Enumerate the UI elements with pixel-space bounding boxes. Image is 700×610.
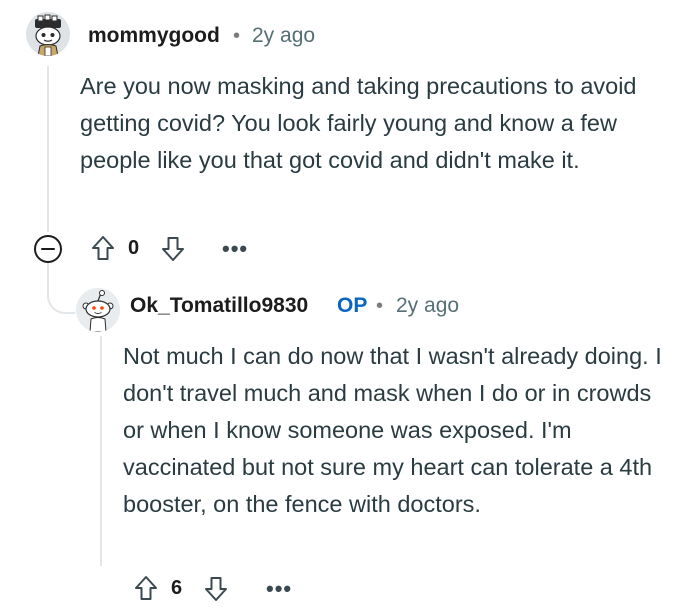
- comment-body: Are you now masking and taking precautio…: [80, 73, 637, 173]
- comment-username[interactable]: mommygood: [88, 24, 220, 48]
- arrow-down-outline-icon: [205, 577, 227, 601]
- comment-timestamp: 2y ago: [396, 294, 460, 317]
- vote-count: 0: [128, 237, 140, 259]
- comment-username[interactable]: Ok_Tomatillo9830: [130, 294, 308, 318]
- more-options-button[interactable]: •••: [266, 578, 292, 600]
- more-options-button[interactable]: •••: [222, 238, 248, 260]
- minus-circle-icon: [34, 235, 62, 263]
- comment-parent: mommygood • 2y ago Are you now masking a…: [0, 0, 700, 270]
- user-avatar[interactable]: [26, 12, 70, 56]
- downvote-button[interactable]: [203, 575, 229, 603]
- snoo-avatar-icon: [76, 288, 120, 332]
- comment-reply: Ok_Tomatillo9830 OP • 2y ago Not much I …: [0, 280, 700, 610]
- arrow-up-outline-icon: [92, 236, 114, 260]
- arrow-down-outline-icon: [162, 237, 184, 261]
- vote-count: 6: [171, 577, 183, 599]
- snoo-avatar-icon: [26, 12, 70, 56]
- downvote-button[interactable]: [160, 235, 186, 263]
- comment-timestamp: 2y ago: [252, 24, 316, 47]
- arrow-up-outline-icon: [135, 576, 157, 600]
- user-avatar[interactable]: [76, 288, 120, 332]
- meta-separator: •: [376, 295, 384, 317]
- collapse-thread-button[interactable]: [33, 234, 63, 264]
- comment-body: Not much I can do now that I wasn't alre…: [123, 343, 662, 517]
- meta-separator: •: [233, 25, 241, 47]
- upvote-button[interactable]: [90, 234, 116, 262]
- op-badge: OP: [337, 294, 368, 317]
- upvote-button[interactable]: [133, 574, 159, 602]
